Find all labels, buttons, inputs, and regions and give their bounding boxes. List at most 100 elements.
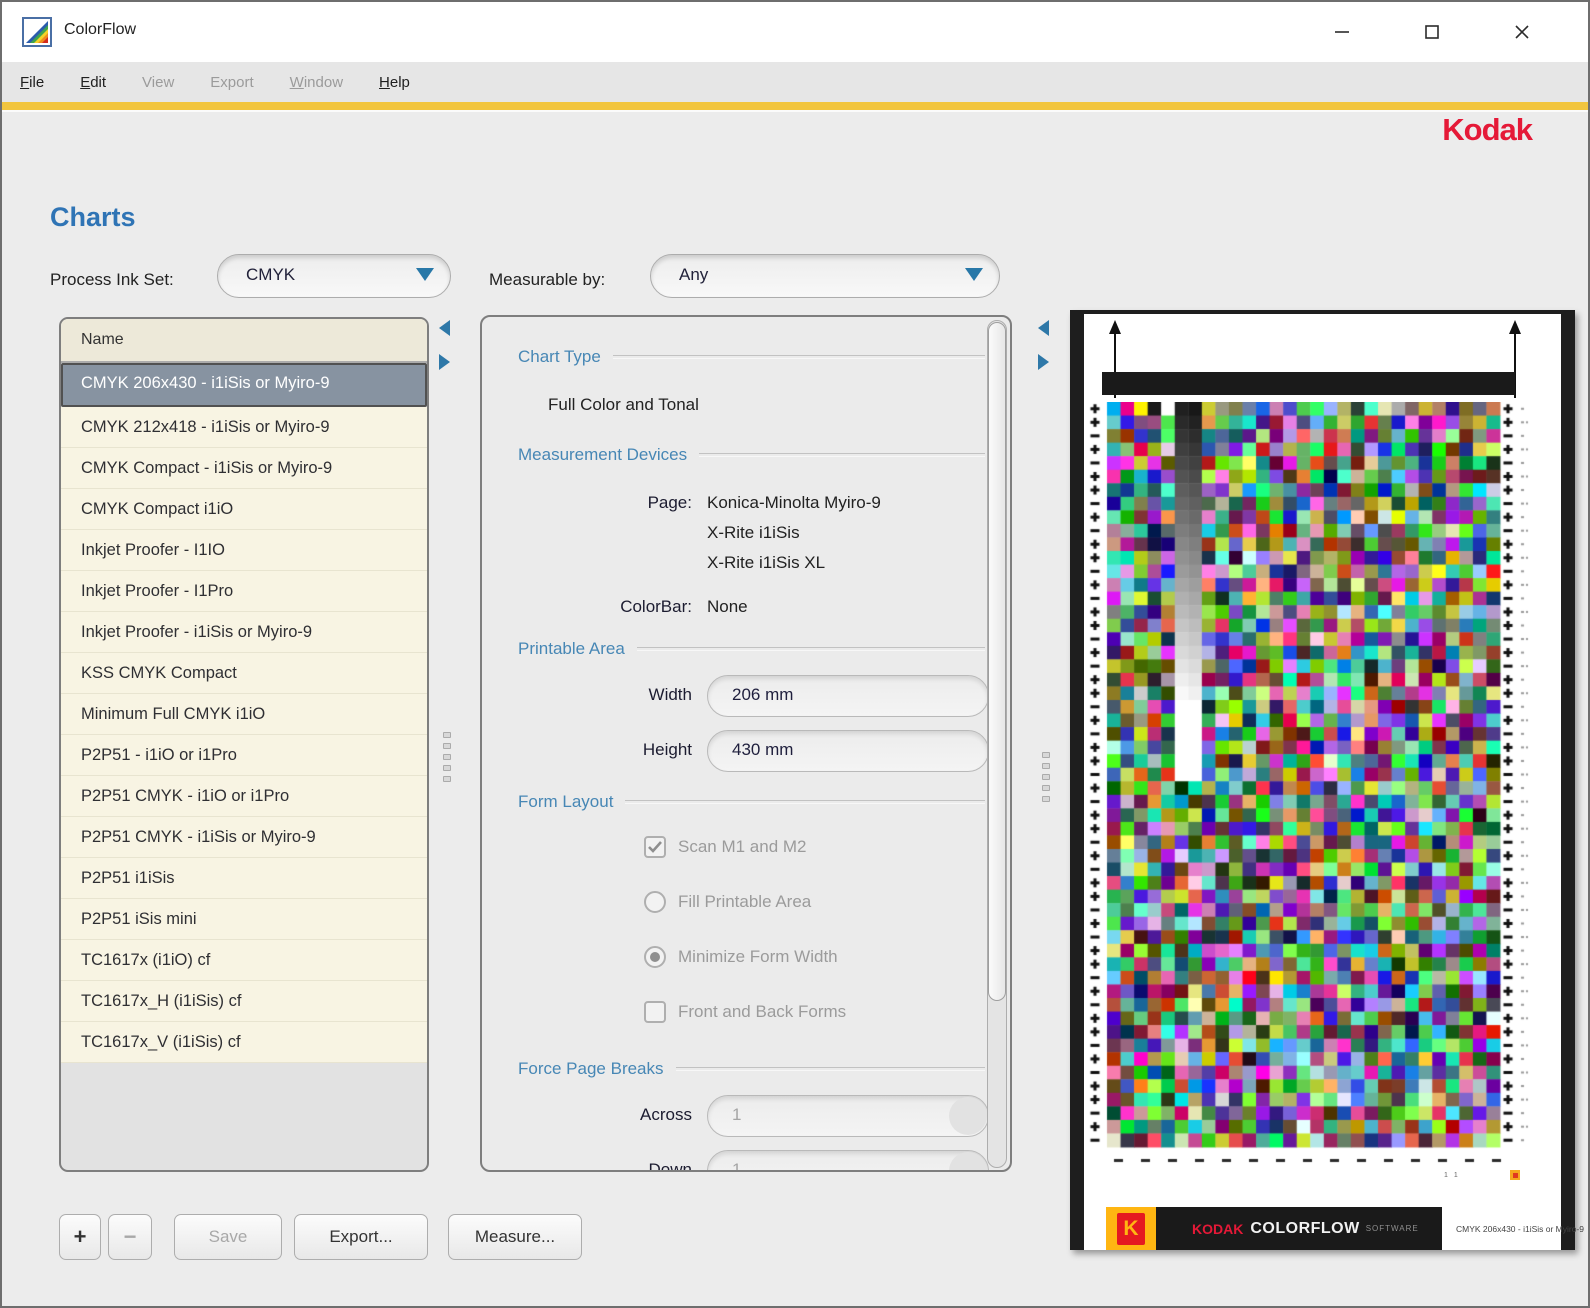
measurable-by-value: Any (679, 265, 708, 285)
colorflow-app-icon (22, 17, 52, 47)
color-patch-grid (1084, 402, 1561, 1202)
collapse-left-arrow[interactable] (1038, 320, 1049, 336)
list-item[interactable]: TC1617x_V (i1iSis) cf (61, 1022, 427, 1063)
save-button: Save (174, 1214, 282, 1260)
list-item[interactable]: CMYK 212x418 - i1iSis or Myiro-9 (61, 407, 427, 448)
list-item[interactable]: P2P51 i1iSis (61, 858, 427, 899)
kodak-wordmark: Kodak (1442, 112, 1532, 148)
down-label: Down (518, 1160, 692, 1172)
chevron-down-icon (416, 268, 434, 281)
menu-view: View (142, 74, 174, 91)
list-item[interactable]: TC1617x (i1iO) cf (61, 940, 427, 981)
checkbox-scan-m1-and-m2: Scan M1 and M2 (644, 832, 807, 862)
radio-icon (644, 891, 666, 913)
maximize-button[interactable] (1402, 2, 1462, 62)
width-value: 206 mm (732, 685, 793, 705)
checkbox-icon (644, 836, 666, 858)
list-item[interactable]: P2P51 CMYK - i1iSis or Myiro-9 (61, 817, 427, 858)
height-label: Height (518, 740, 692, 760)
radio-fill-printable-area: Fill Printable Area (644, 887, 811, 917)
list-item[interactable]: CMYK Compact - i1iSis or Myiro-9 (61, 448, 427, 489)
minimize-button[interactable] (1312, 2, 1372, 62)
chart-detail-panel: Chart Type Full Color and Tonal Measurem… (480, 315, 1012, 1172)
menu-bar: File Edit View Export Window Help (2, 62, 1588, 102)
chart-preview: 1 1 K KODAK COLORFLOW SOFTWARE CMYK 206x… (1070, 310, 1575, 1250)
page-device: Konica-Minolta Myiro-9 (707, 493, 881, 513)
down-value: 1 (732, 1160, 741, 1172)
force-page-breaks-header: Force Page Breaks (518, 1059, 985, 1079)
height-value: 430 mm (732, 740, 793, 760)
expand-right-arrow[interactable] (1038, 354, 1049, 370)
measurable-by-dropdown[interactable]: Any (650, 254, 1000, 298)
list-item[interactable]: Inkjet Proofer - i1iSis or Myiro-9 (61, 612, 427, 653)
export-button[interactable]: Export... (294, 1214, 428, 1260)
chevron-down-icon (965, 268, 983, 281)
page-device: X-Rite i1iSis (707, 523, 800, 543)
footer-kodak: KODAK (1192, 1221, 1243, 1237)
page-marker: 1 1 (1444, 1172, 1460, 1179)
list-item[interactable]: Inkjet Proofer - I1Pro (61, 571, 427, 612)
alignment-bar (1102, 372, 1515, 395)
colorflow-window: ColorFlow File Edit View Export Window Help K… (0, 0, 1590, 1308)
detail-scrollbar[interactable] (987, 320, 1007, 1168)
width-field[interactable]: 206 mm (707, 675, 989, 717)
process-ink-set-dropdown[interactable]: CMYK (217, 254, 451, 298)
list-item[interactable]: Inkjet Proofer - I1IO (61, 530, 427, 571)
orange-marker-icon (1510, 1170, 1520, 1180)
list-item[interactable]: CMYK Compact i1iO (61, 489, 427, 530)
width-label: Width (518, 685, 692, 705)
menu-file[interactable]: File (20, 74, 44, 91)
footer-chart-name: CMYK 206x430 - i1iSis or Myiro-9 (1442, 1207, 1584, 1250)
menu-help[interactable]: Help (379, 74, 410, 91)
splitter-handle[interactable] (443, 732, 451, 782)
process-ink-set-label: Process Ink Set: (50, 260, 174, 300)
down-field: 1 (707, 1150, 989, 1172)
chart-type-header: Chart Type (518, 347, 985, 367)
splitter-handle[interactable] (1042, 752, 1050, 802)
list-item[interactable]: P2P51 CMYK - i1iO or i1Pro (61, 776, 427, 817)
list-item[interactable]: TC1617x_H (i1iSis) cf (61, 981, 427, 1022)
close-button[interactable] (1492, 2, 1552, 62)
printable-area-header: Printable Area (518, 639, 985, 659)
preview-footer: K KODAK COLORFLOW SOFTWARE CMYK 206x430 … (1106, 1207, 1584, 1250)
measurement-devices-header: Measurement Devices (518, 445, 985, 465)
title-bar: ColorFlow (2, 2, 1588, 62)
stepper-icon (949, 1097, 987, 1135)
accent-bar (2, 102, 1588, 110)
list-item[interactable]: P2P51 - i1iO or i1Pro (61, 735, 427, 776)
colorbar-value: None (707, 597, 748, 617)
window-title: ColorFlow (64, 21, 136, 39)
list-item[interactable]: KSS CMYK Compact (61, 653, 427, 694)
footer-software: SOFTWARE (1366, 1224, 1419, 1233)
menu-export: Export (210, 74, 253, 91)
add-chart-button[interactable]: + (59, 1214, 101, 1260)
list-item[interactable]: CMYK 206x430 - i1iSis or Myiro-9 (61, 363, 427, 407)
preview-page: 1 1 K KODAK COLORFLOW SOFTWARE CMYK 206x… (1084, 314, 1561, 1250)
chart-list-header: Name (61, 319, 427, 363)
preview-left-bar (1070, 314, 1084, 1250)
measurable-by-label: Measurable by: (489, 260, 605, 300)
process-ink-set-value: CMYK (246, 265, 295, 285)
footer-colorflow: COLORFLOW (1250, 1220, 1359, 1238)
form-layout-header: Form Layout (518, 792, 985, 812)
colorbar-label: ColorBar: (518, 597, 692, 617)
stepper-icon (949, 1152, 987, 1172)
menu-window: Window (290, 74, 343, 91)
checkbox-front-and-back-forms: Front and Back Forms (644, 997, 846, 1027)
kodak-logo-icon: K (1106, 1207, 1156, 1250)
menu-edit[interactable]: Edit (80, 74, 106, 91)
radio-icon (644, 946, 666, 968)
list-item[interactable]: Minimum Full CMYK i1iO (61, 694, 427, 735)
chart-list: Name CMYK 206x430 - i1iSis or Myiro-9CMY… (59, 317, 429, 1172)
across-label: Across (518, 1105, 692, 1125)
collapse-left-arrow[interactable] (439, 320, 450, 336)
measure-button[interactable]: Measure... (448, 1214, 582, 1260)
list-item[interactable]: P2P51 iSis mini (61, 899, 427, 940)
page-title: Charts (50, 202, 136, 233)
across-value: 1 (732, 1105, 741, 1125)
scrollbar-thumb[interactable] (988, 322, 1006, 1001)
expand-right-arrow[interactable] (439, 354, 450, 370)
across-field: 1 (707, 1095, 989, 1137)
preview-right-bar (1561, 314, 1575, 1250)
height-field[interactable]: 430 mm (707, 730, 989, 772)
